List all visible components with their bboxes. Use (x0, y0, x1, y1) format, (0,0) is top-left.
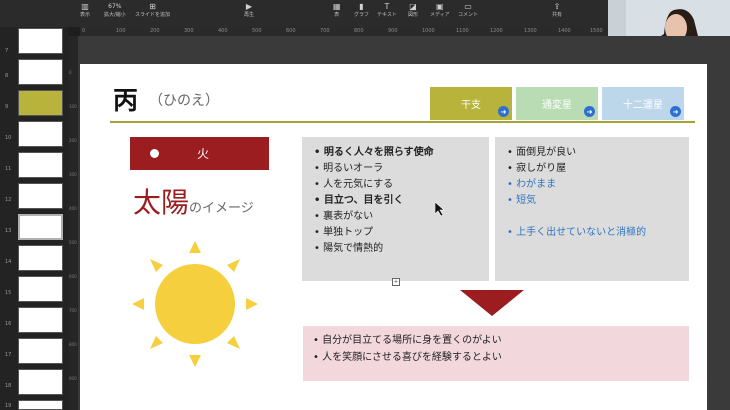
slide-title-reading: （ひのえ） (149, 93, 219, 109)
list-item: • 裏表がない (314, 211, 374, 222)
slide-thumbnail[interactable] (18, 369, 63, 395)
text-icon: T (384, 2, 390, 11)
plus-icon: ⊞ (149, 2, 156, 11)
tab-kanshi[interactable]: 干支 ➜ (430, 87, 512, 120)
tab-tsuhensei[interactable]: 通変星 ➜ (516, 87, 598, 120)
slide-thumbnail[interactable] (18, 183, 63, 209)
image-heading: 太陽のイメージ (133, 186, 254, 219)
vertical-ruler: 0 100 200 300 400 500 600 700 800 900 (68, 36, 78, 410)
thumbnail-number: 12 (5, 197, 12, 203)
thumbnail-number: 17 (5, 352, 12, 358)
comment-icon: ▭ (464, 2, 472, 11)
zoom-value: 67% (108, 3, 122, 10)
chart-icon: ▮ (359, 2, 364, 11)
thumbnail-number: 16 (5, 321, 12, 327)
list-item: • 上手く出せていないと消極的 (507, 227, 647, 238)
mouse-cursor-icon (435, 202, 445, 216)
slide-thumbnail[interactable] (18, 400, 63, 410)
comment-button[interactable]: ▭ コメント (458, 2, 478, 18)
shape-button[interactable]: ◪ 図形 (408, 2, 418, 18)
horizontal-ruler: 0 100 200 300 400 500 600 700 800 900 10… (80, 27, 608, 37)
slide-thumbnail[interactable] (18, 338, 63, 364)
list-item: • 単独トップ (314, 227, 374, 238)
list-item: • 人を元気にする (314, 179, 394, 190)
slide-thumbnail[interactable] (18, 59, 63, 85)
traits-box-other: • 面倒見が良い • 寂しがり屋 • わがまま • 短気 • 上手く出せていない… (495, 137, 689, 281)
table-icon: ▦ (333, 2, 341, 11)
slide-navigator: 7 8 9 10 11 12 13 14 15 16 17 18 19 (0, 27, 68, 410)
slide-thumbnail[interactable] (18, 28, 63, 54)
slide-thumbnail[interactable] (18, 276, 63, 302)
thumbnail-number: 10 (5, 135, 12, 141)
table-button[interactable]: ▦ 表 (333, 2, 341, 18)
thumbnail-number: 13 (5, 228, 12, 234)
thumbnail-number: 19 (5, 403, 12, 409)
text-button[interactable]: T テキスト (377, 2, 397, 18)
thumbnail-number: 7 (5, 48, 9, 54)
play-icon: ▶ (245, 2, 253, 11)
chart-button[interactable]: ▮ グラフ (354, 2, 369, 18)
tab-juniunsei[interactable]: 十二運星 ➜ (602, 87, 684, 120)
toolbar: ▥ 表示 67% 拡大/縮小 ⊞ スライドを追加 ▶ 再生 ▦ 表 ▮ グラフ … (0, 0, 608, 27)
list-item: • 人を笑顔にさせる喜びを経験するとよい (313, 352, 502, 363)
list-item: • 寂しがり屋 (507, 163, 567, 174)
media-button[interactable]: ▣ メディア (430, 2, 450, 18)
link-arrow-icon[interactable]: ➜ (498, 106, 509, 117)
media-icon: ▣ (436, 2, 444, 11)
thumbnail-number: 9 (5, 104, 9, 110)
list-item: • わがまま (507, 179, 557, 190)
share-button[interactable]: ⇪ 共有 (552, 2, 562, 18)
slide-thumbnail[interactable] (18, 121, 63, 147)
slide[interactable]: 丙 （ひのえ） 干支 ➜ 通変星 ➜ 十二運星 ➜ 火 太陽のイメージ • 明る… (80, 64, 707, 410)
slide-thumbnail-selected[interactable] (18, 214, 63, 240)
bullet-dot-icon (150, 149, 159, 158)
play-button[interactable]: ▶ 再生 (244, 2, 254, 18)
element-label: 火 (130, 137, 269, 170)
list-item: • 自分が目立てる場所に身を置くのがよい (313, 335, 502, 346)
share-icon: ⇪ (553, 2, 561, 11)
thumbnail-number: 15 (5, 290, 12, 296)
zoom-button[interactable]: 67% 拡大/縮小 (104, 2, 126, 18)
slide-title: 丙 (113, 86, 139, 115)
list-item: • 目立つ、目を引く (314, 195, 404, 206)
shape-icon: ◪ (409, 2, 417, 11)
traits-box-positive: • 明るく人々を照らす使命 • 明るいオーラ • 人を元気にする • 目立つ、目… (302, 137, 489, 281)
list-item: • 面倒見が良い (507, 147, 577, 158)
slide-thumbnail[interactable] (18, 152, 63, 178)
slide-thumbnail[interactable] (18, 245, 63, 271)
list-spacer (507, 209, 689, 225)
list-item: • 陽気で情熱的 (314, 243, 384, 254)
link-arrow-icon[interactable]: ➜ (584, 106, 595, 117)
slide-thumbnail[interactable] (18, 307, 63, 333)
list-item: • 明るいオーラ (314, 163, 384, 174)
sun-icon (132, 241, 258, 367)
title-underline (110, 121, 695, 123)
down-arrow-icon (460, 290, 524, 316)
list-item: • 短気 (507, 195, 537, 206)
resize-handle[interactable]: + (392, 278, 400, 286)
thumbnail-number: 8 (5, 73, 9, 79)
advice-box: • 自分が目立てる場所に身を置くのがよい • 人を笑顔にさせる喜びを経験するとよ… (303, 326, 689, 381)
link-arrow-icon[interactable]: ➜ (670, 106, 681, 117)
slide-thumbnail[interactable] (18, 90, 63, 116)
thumbnail-number: 11 (5, 166, 12, 172)
view-button[interactable]: ▥ 表示 (80, 2, 90, 18)
list-item: • 明るく人々を照らす使命 (314, 147, 434, 158)
thumbnail-number: 18 (5, 383, 12, 389)
thumbnail-number: 14 (5, 259, 12, 265)
add-slide-button[interactable]: ⊞ スライドを追加 (135, 2, 170, 18)
sidebar-icon: ▥ (81, 2, 89, 11)
